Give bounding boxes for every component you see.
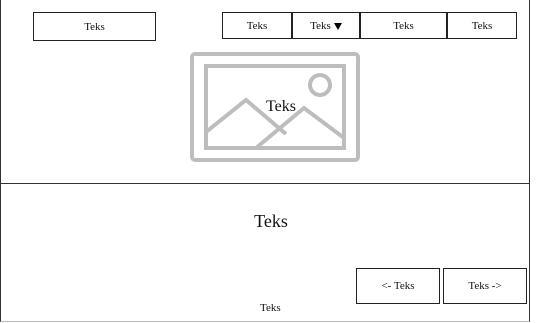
logo-label: Teks <box>84 20 105 33</box>
nav-item-1[interactable]: Teks <box>222 12 292 39</box>
nav-item-4-label: Teks <box>471 19 493 32</box>
nav-item-3-label: Teks <box>393 19 414 32</box>
prev-button[interactable]: <- Teks <box>356 268 440 304</box>
caret-down-icon <box>333 23 342 30</box>
section-divider <box>0 183 530 184</box>
nav-item-dropdown-label: Teks <box>310 19 331 32</box>
hero-caption: Teks <box>266 98 296 115</box>
next-button-label: Teks -> <box>468 280 502 292</box>
nav-item-dropdown[interactable]: Teks <box>292 12 360 39</box>
section-title: Teks <box>254 211 288 231</box>
nav-item-3[interactable]: Teks <box>360 12 447 39</box>
next-button[interactable]: Teks -> <box>443 268 527 304</box>
nav-item-4[interactable]: Teks <box>447 12 517 39</box>
hero-caption-row: Teks <box>0 98 538 116</box>
prev-button-label: <- Teks <box>381 280 415 292</box>
logo-box[interactable]: Teks <box>33 12 156 41</box>
nav-item-1-label: Teks <box>246 19 268 32</box>
footer-text: Teks <box>260 302 281 314</box>
